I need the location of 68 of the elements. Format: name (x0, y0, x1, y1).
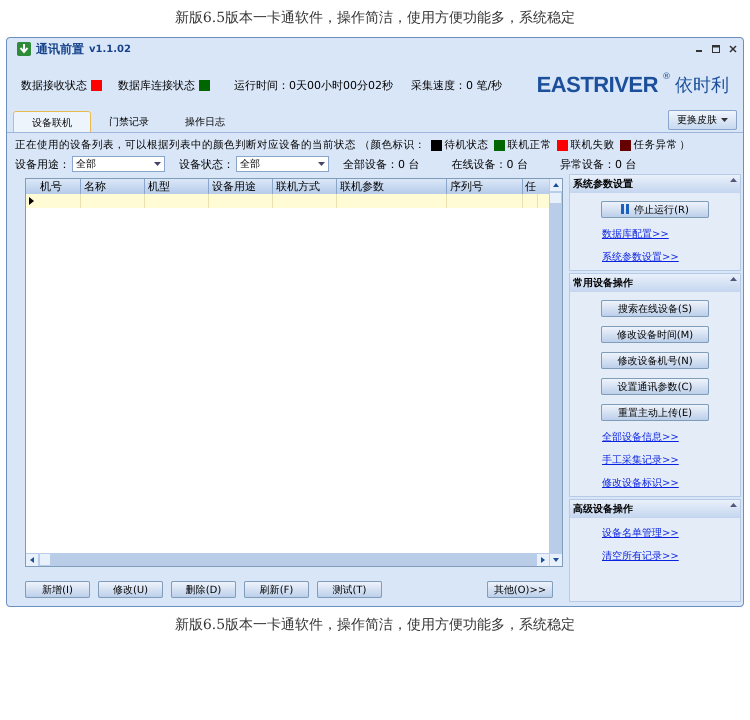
horizontal-scrollbar[interactable] (26, 553, 549, 566)
panel-button[interactable]: 修改设备机号(N) (601, 352, 709, 369)
close-icon[interactable] (729, 45, 737, 53)
version-text: v1.1.02 (89, 44, 131, 54)
tab[interactable]: 设备联机 (13, 111, 91, 132)
runtime-text: 运行时间：0天00小时00分02秒 (234, 78, 393, 92)
panel-link[interactable]: 手工采集记录>> (602, 453, 679, 467)
tab[interactable]: 操作日志 (167, 111, 243, 132)
panel-header[interactable]: 系统参数设置 (570, 175, 740, 193)
scroll-thumb[interactable] (40, 554, 50, 565)
speed-text: 采集速度：0 笔/秒 (411, 78, 502, 92)
tab[interactable]: 门禁记录 (91, 111, 167, 132)
panel-link[interactable]: 数据库配置>> (602, 227, 669, 241)
count-text: 全部设备：0 台 (343, 156, 420, 172)
column-header[interactable]: 任 (523, 179, 538, 194)
vertical-scrollbar[interactable] (549, 179, 562, 566)
panel-link[interactable]: 系统参数设置>> (602, 250, 679, 264)
caret-icon (318, 162, 325, 166)
legend-text: 正在使用的设备列表，可以根据列表中的颜色判断对应设备的当前状态 （颜色标识： (15, 138, 426, 152)
down-arrow-icon (17, 42, 31, 56)
panel-button[interactable]: 停止运行(R) (601, 201, 709, 218)
filter-label: 设备用途： (15, 156, 70, 172)
collapse-icon[interactable] (730, 177, 737, 182)
scroll-left-icon[interactable] (26, 554, 38, 566)
window-title: 通讯前置 (36, 40, 84, 58)
maximize-icon[interactable] (712, 45, 720, 53)
scroll-down-icon[interactable] (550, 554, 562, 566)
panel-link[interactable]: 全部设备信息>> (602, 430, 679, 444)
action-button[interactable]: 测试(T) (317, 581, 382, 598)
legend-label: 联机失败 (570, 138, 614, 152)
caption-text: 新版6.5版本一卡通软件，操作简洁，使用方便功能多，系统稳定 (174, 9, 576, 28)
change-skin-button[interactable]: 更换皮肤 (668, 110, 737, 130)
brand-logo: EASTRIVER (536, 72, 658, 98)
filter-label: 设备状态： (179, 156, 234, 172)
panel-header[interactable]: 高级设备操作 (570, 500, 740, 518)
caret-icon (721, 118, 728, 122)
scroll-up-icon[interactable] (550, 179, 562, 191)
panel-link[interactable]: 清空所有记录>> (602, 549, 679, 563)
action-button[interactable]: 新增(I) (25, 581, 90, 598)
caption-text: 新版6.5版本一卡通软件，操作简洁，使用方便功能多，系统稳定 (174, 616, 576, 635)
action-button[interactable]: 修改(U) (98, 581, 163, 598)
scroll-right-icon[interactable] (537, 554, 549, 566)
caret-icon (154, 162, 161, 166)
panel-link[interactable]: 修改设备标识>> (602, 476, 679, 490)
collapse-icon[interactable] (730, 502, 737, 507)
status-label: 数据接收状态 (21, 78, 87, 92)
dropdown-field[interactable]: 全部 (72, 156, 165, 172)
legend-text: ） (679, 138, 690, 152)
legend-label: 联机正常 (507, 138, 552, 152)
count-text: 异常设备：0 台 (560, 156, 636, 172)
panel-button[interactable]: 搜索在线设备(S) (601, 300, 709, 317)
action-button[interactable]: 刷新(F) (244, 581, 309, 598)
panel-header[interactable]: 常用设备操作 (570, 274, 740, 292)
scroll-thumb[interactable] (550, 193, 561, 203)
count-text: 在线设备：0 台 (452, 156, 528, 172)
status-label: 数据库连接状态 (118, 78, 195, 92)
collapse-icon[interactable] (730, 276, 737, 281)
registered-mark: ® (662, 72, 671, 82)
brand-name: 依时利 (675, 74, 729, 97)
panel-button[interactable]: 重置主动上传(E) (601, 404, 709, 421)
other-button[interactable]: 其他(O)>> (487, 581, 553, 598)
panel-button[interactable]: 修改设备时间(M) (601, 326, 709, 343)
dropdown-field[interactable]: 全部 (236, 156, 329, 172)
action-button[interactable]: 删除(D) (171, 581, 236, 598)
panel-link[interactable]: 设备名单管理>> (602, 526, 679, 540)
legend-label: 任务异常 (633, 138, 678, 152)
legend-label: 待机状态 (444, 138, 488, 152)
panel-button[interactable]: 设置通讯参数(C) (601, 378, 709, 395)
